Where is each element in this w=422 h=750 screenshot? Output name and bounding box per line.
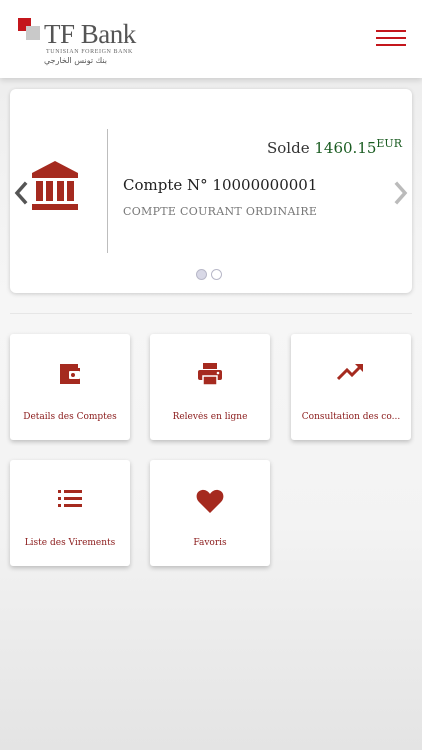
logo-grey-square [26, 26, 40, 40]
list-icon [10, 488, 130, 514]
brand-tagline-arabic: بنك تونس الخارجي [44, 56, 107, 65]
card-divider [107, 129, 108, 253]
balance-currency: EUR [376, 137, 402, 150]
tile-details-comptes[interactable]: Details des Comptes [10, 334, 130, 440]
tile-consultation[interactable]: Consultation des co... [291, 334, 411, 440]
tile-label: Liste des Virements [24, 538, 116, 548]
trending-up-icon [291, 362, 411, 388]
solde-label: Solde [267, 139, 310, 157]
tile-label: Details des Comptes [23, 412, 117, 422]
account-carousel-card[interactable]: Solde 1460.15EUR Compte N° 10000000001 C… [10, 89, 412, 293]
tile-label: Consultation des co... [301, 412, 401, 422]
balance-amount: 1460.15 [314, 139, 377, 157]
tf-bank-logo[interactable]: TF Bank TUNISIAN FOREIGN BANK بنك تونس ا… [18, 18, 148, 66]
printer-icon [150, 362, 270, 388]
tile-releves-en-ligne[interactable]: Relevés en ligne [150, 334, 270, 440]
section-divider [10, 313, 412, 314]
account-balance: Solde 1460.15EUR [267, 137, 402, 157]
app-header: TF Bank TUNISIAN FOREIGN BANK بنك تونس ا… [0, 0, 422, 78]
hamburger-icon[interactable] [376, 30, 406, 52]
bank-building-icon [31, 161, 79, 213]
carousel-pagination [196, 264, 226, 280]
brand-tagline: TUNISIAN FOREIGN BANK [46, 49, 133, 55]
chevron-left-icon[interactable] [13, 181, 29, 205]
tile-liste-virements[interactable]: Liste des Virements [10, 460, 130, 566]
wallet-icon [10, 362, 130, 388]
account-number: Compte N° 10000000001 [123, 176, 318, 194]
account-type: COMPTE COURANT ORDINAIRE [123, 205, 318, 218]
page-dot-active[interactable] [196, 269, 207, 280]
tile-label: Relevés en ligne [172, 412, 248, 422]
heart-icon [150, 488, 270, 514]
chevron-right-icon[interactable] [393, 181, 409, 205]
tile-label: Favoris [193, 538, 227, 548]
page-dot[interactable] [211, 269, 222, 280]
tile-favoris[interactable]: Favoris [150, 460, 270, 566]
brand-name: TF Bank [44, 19, 136, 49]
